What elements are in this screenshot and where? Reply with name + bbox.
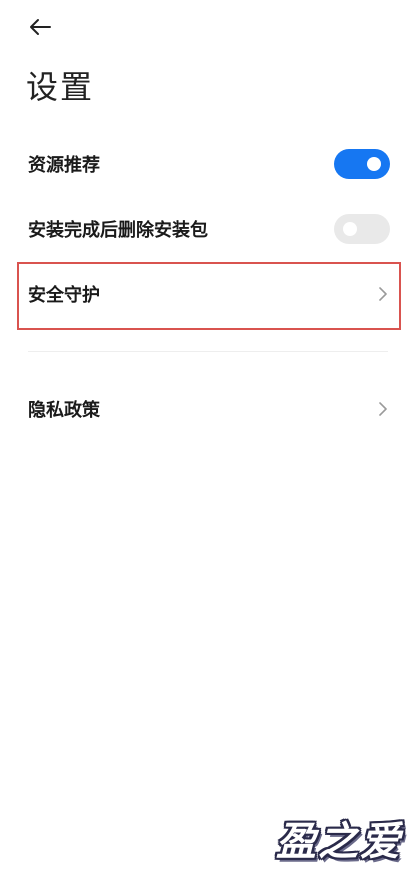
settings-screen: 设置 资源推荐 安装完成后删除安装包 安全守护 隐私政策 盈之爱 xyxy=(0,0,418,881)
chevron-right-icon xyxy=(376,284,390,304)
arrow-left-icon xyxy=(28,18,52,40)
toggle-knob xyxy=(367,157,381,171)
resource-recommend-toggle[interactable] xyxy=(334,149,390,179)
setting-label: 安全守护 xyxy=(28,285,100,306)
setting-label: 资源推荐 xyxy=(28,155,100,176)
setting-row-resource-recommend: 资源推荐 xyxy=(0,134,418,194)
back-button[interactable] xyxy=(22,14,58,44)
chevron-right-icon xyxy=(376,399,390,419)
setting-row-security[interactable]: 安全守护 xyxy=(0,264,418,324)
watermark-logo: 盈之爱 xyxy=(276,819,402,865)
delete-package-toggle[interactable] xyxy=(334,214,390,244)
toggle-knob xyxy=(343,222,357,236)
page-title: 设置 xyxy=(26,68,95,106)
setting-label: 安装完成后删除安装包 xyxy=(28,220,208,241)
divider xyxy=(28,351,388,352)
setting-row-privacy[interactable]: 隐私政策 xyxy=(0,379,418,439)
setting-row-delete-package: 安装完成后删除安装包 xyxy=(0,199,418,259)
setting-label: 隐私政策 xyxy=(28,400,100,421)
